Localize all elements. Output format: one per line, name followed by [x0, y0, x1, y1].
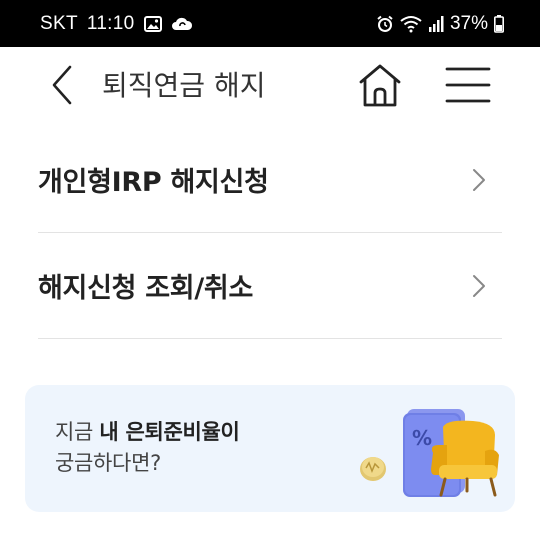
chevron-left-icon: [51, 65, 73, 109]
banner-highlight: 내 은퇴준비율이: [99, 420, 240, 444]
menu-item-irp-cancel-request[interactable]: 개인형IRP 해지신청: [38, 127, 502, 233]
wifi-icon: [400, 15, 422, 33]
status-bar-right: 37%: [376, 0, 504, 47]
chevron-right-icon: [472, 168, 486, 192]
menu-list: 개인형IRP 해지신청 해지신청 조회/취소: [38, 127, 502, 339]
battery-icon: [494, 14, 504, 33]
cloud-sync-icon: [171, 16, 193, 32]
gallery-icon: [143, 15, 162, 32]
signal-icon: [428, 15, 444, 32]
menu-item-label: 개인형IRP 해지신청: [38, 167, 269, 198]
alarm-icon: [376, 15, 394, 33]
menu-button[interactable]: [440, 61, 496, 113]
hamburger-menu-icon: [445, 65, 491, 109]
clock-label: 11:10: [86, 12, 135, 34]
chair-percent-card-illustration: %: [355, 405, 505, 500]
banner-line-2: 궁금하다면?: [55, 451, 161, 475]
menu-item-cancel-inquiry[interactable]: 해지신청 조회/취소: [38, 233, 502, 339]
retirement-readiness-banner[interactable]: 지금 내 은퇴준비율이 궁금하다면? %: [25, 385, 515, 512]
banner-line-1: 지금 내 은퇴준비율이: [55, 420, 240, 444]
banner-text: 지금 내 은퇴준비율이 궁금하다면?: [55, 417, 240, 479]
carrier-label: SKT: [40, 12, 78, 34]
page-title: 퇴직연금 해지: [102, 69, 266, 102]
home-button[interactable]: [352, 61, 408, 113]
status-bar-left: SKT 11:10: [40, 0, 193, 47]
battery-percent-label: 37%: [449, 12, 488, 34]
menu-item-label: 해지신청 조회/취소: [38, 273, 253, 304]
app-header: 퇴직연금 해지: [0, 47, 540, 125]
chevron-right-icon: [472, 274, 486, 298]
home-icon: [356, 62, 404, 112]
back-button[interactable]: [44, 65, 80, 109]
status-bar: SKT 11:10 37%: [0, 0, 540, 47]
svg-text:%: %: [412, 426, 432, 450]
